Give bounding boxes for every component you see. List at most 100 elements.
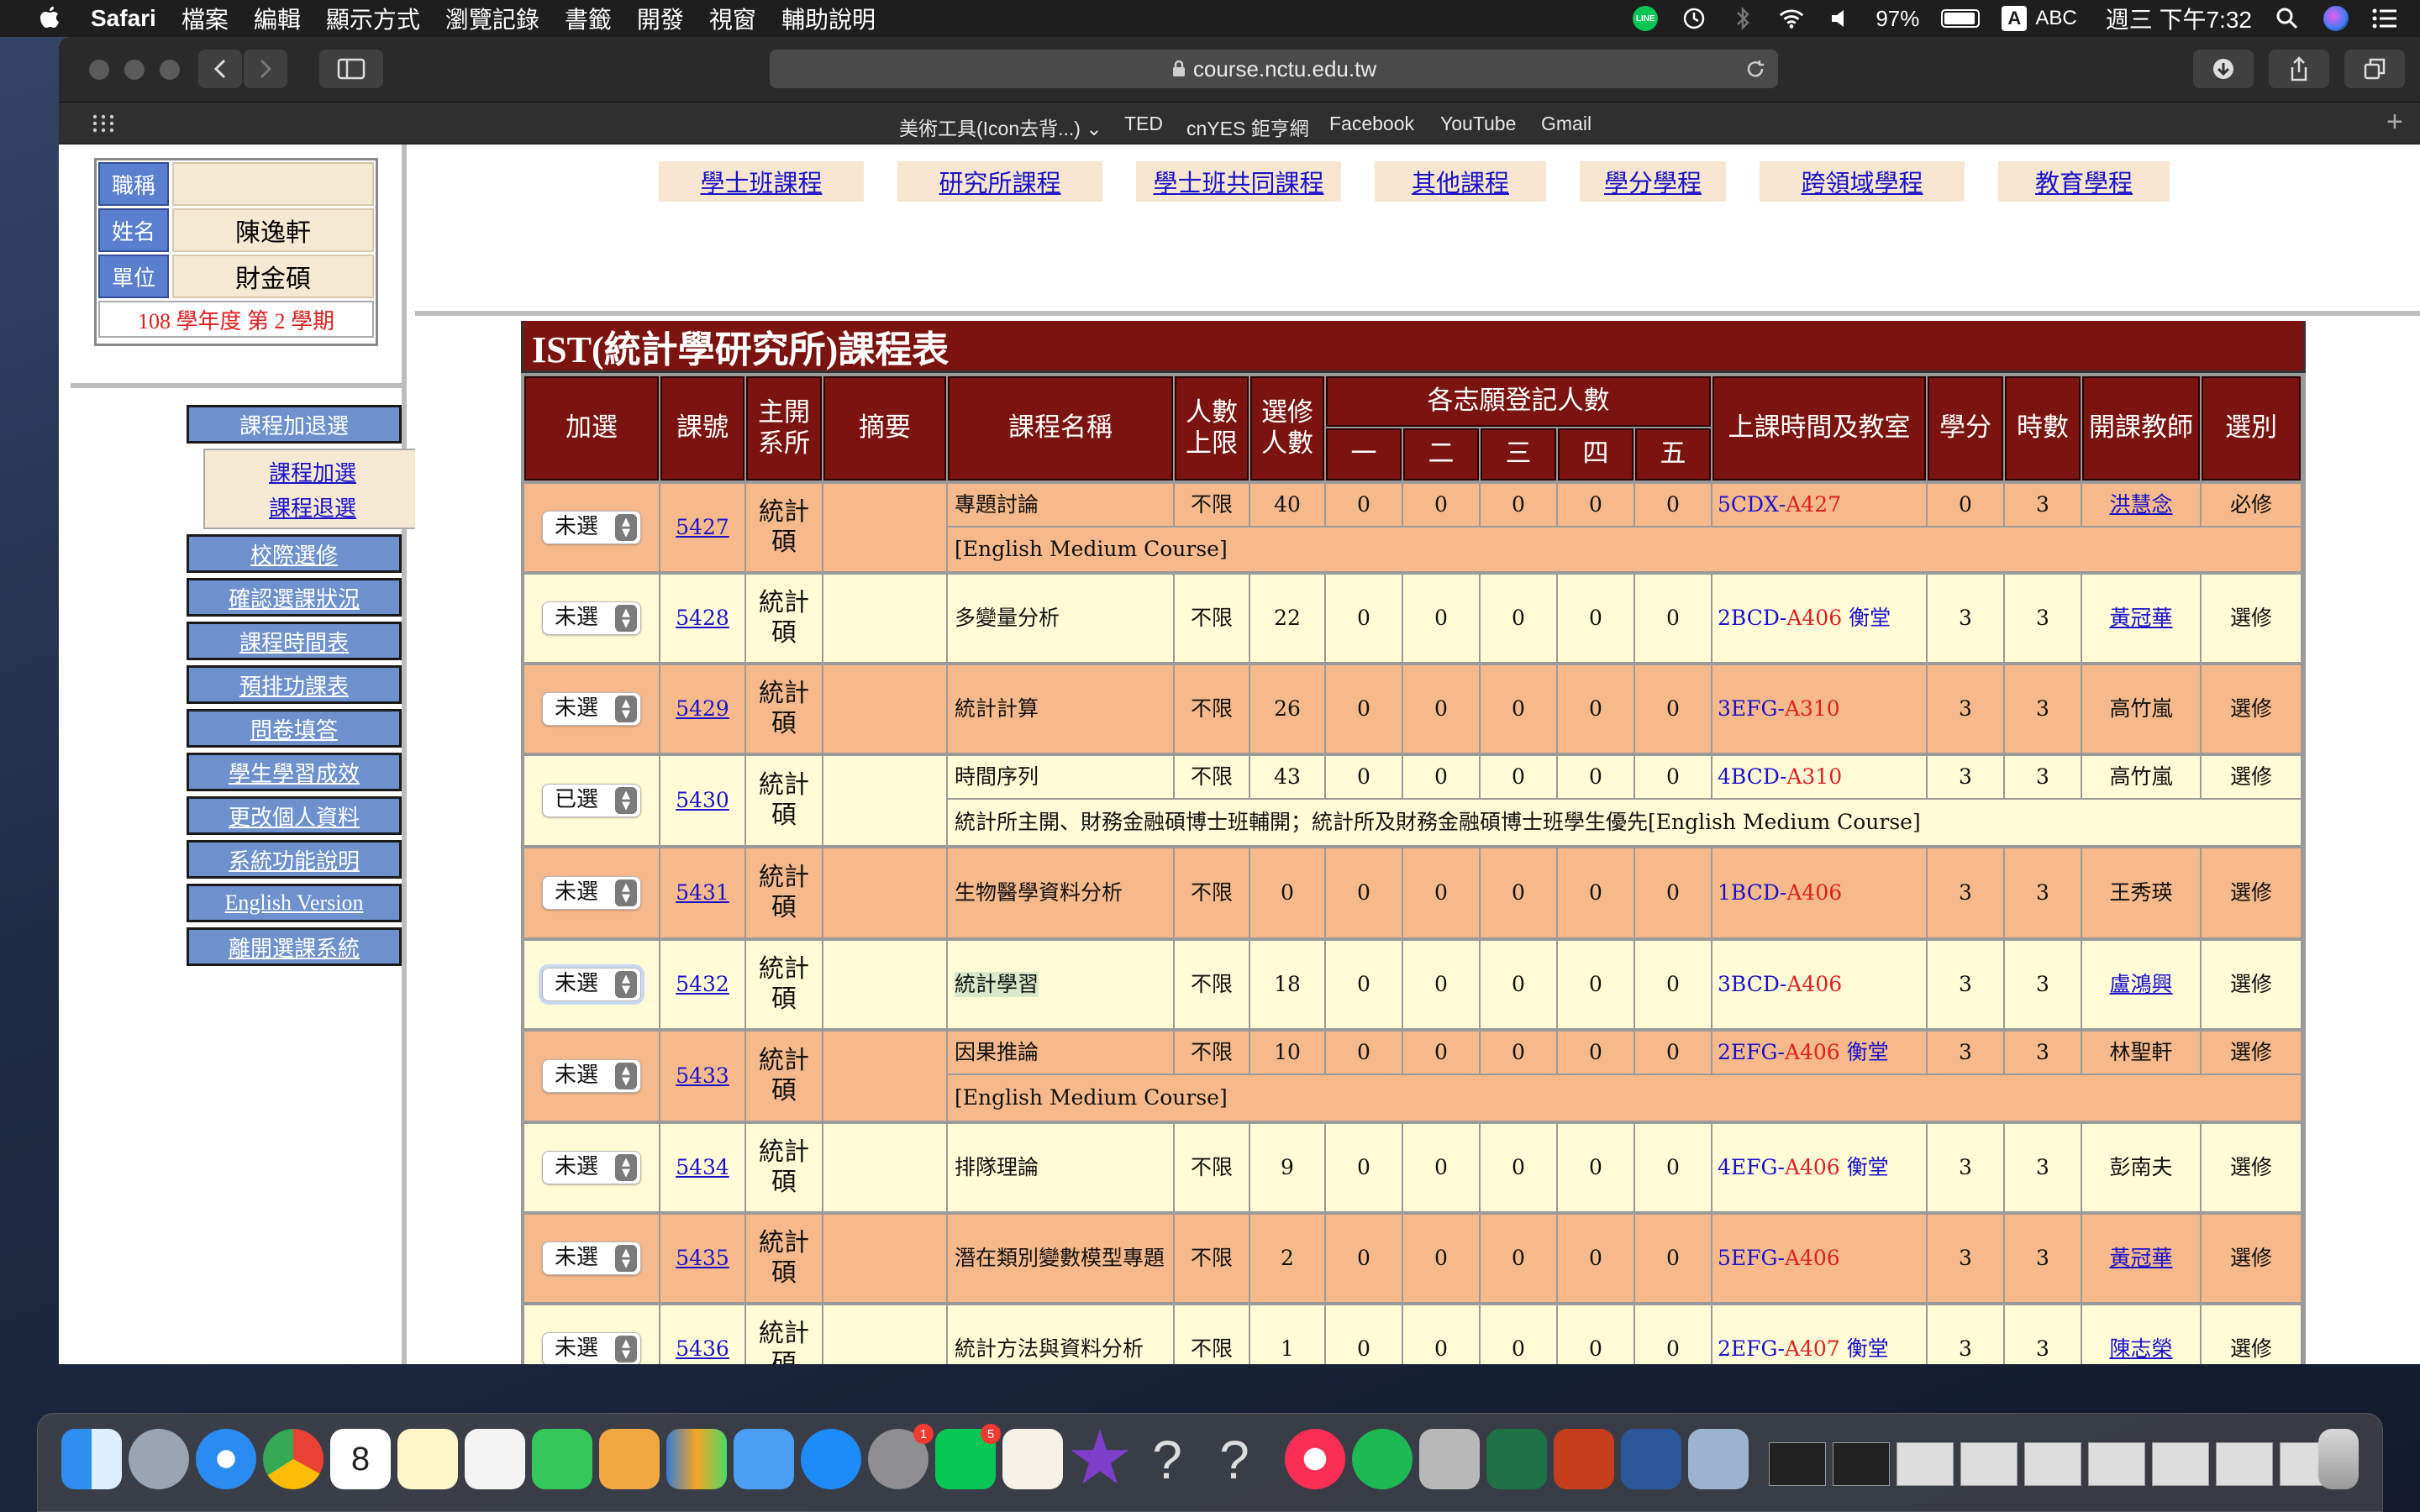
- nav-course-drop[interactable]: 課程退選: [205, 489, 420, 524]
- close-window-button[interactable]: [89, 60, 109, 80]
- forward-button[interactable]: [244, 50, 287, 88]
- menubar-clock[interactable]: 週三 下午7:32: [2106, 2, 2252, 35]
- menu-bookmarks[interactable]: 書籤: [565, 2, 612, 35]
- add-select-dropdown[interactable]: 未選 ▲ ▼: [542, 968, 641, 1001]
- course-code-link[interactable]: 5429: [660, 665, 744, 753]
- menu-help[interactable]: 輔助說明: [781, 2, 876, 35]
- minimized-window-thumbnail[interactable]: [2152, 1442, 2209, 1486]
- nav-item[interactable]: 預排功課表: [187, 665, 402, 704]
- nav-item[interactable]: 學生學習成效: [187, 753, 402, 791]
- line-app-icon[interactable]: 5: [935, 1424, 1001, 1489]
- bookmark-ted[interactable]: TED: [1124, 113, 1163, 135]
- menu-app-safari[interactable]: Safari: [91, 5, 156, 32]
- back-button[interactable]: [198, 50, 242, 88]
- menu-window[interactable]: 視窗: [709, 2, 756, 35]
- address-bar[interactable]: course.nctu.edu.tw: [770, 50, 1778, 88]
- course-code-link[interactable]: 5433: [660, 1032, 744, 1121]
- line-status-icon[interactable]: LINE: [1632, 5, 1659, 32]
- tab-interdisciplinary[interactable]: 跨領域學程: [1760, 161, 1965, 202]
- tab-graduate[interactable]: 研究所課程: [897, 161, 1102, 202]
- help-question-icon[interactable]: ?: [1204, 1429, 1265, 1490]
- teacher-cell[interactable]: 陳志榮: [2082, 1305, 2200, 1364]
- add-select-dropdown[interactable]: 未選 ▲ ▼: [542, 1332, 641, 1364]
- menu-file[interactable]: 檔案: [182, 2, 229, 35]
- minimized-window-thumbnail[interactable]: [1833, 1442, 1890, 1486]
- system-preferences-icon[interactable]: 1: [868, 1424, 934, 1489]
- bookmark-facebook[interactable]: Facebook: [1329, 113, 1414, 135]
- menu-develop[interactable]: 開發: [637, 2, 684, 35]
- menu-history[interactable]: 瀏覽記錄: [445, 2, 539, 35]
- course-code-link[interactable]: 5427: [660, 484, 744, 571]
- image-capture-icon[interactable]: [1688, 1429, 1749, 1489]
- minimized-window-thumbnail[interactable]: [1897, 1442, 1954, 1486]
- course-code-link[interactable]: 5434: [660, 1124, 744, 1211]
- nav-course-add-drop[interactable]: 課程加退選: [187, 405, 402, 444]
- tab-undergraduate[interactable]: 學士班課程: [659, 161, 864, 202]
- course-code-link[interactable]: 5436: [660, 1305, 744, 1364]
- teacher-cell[interactable]: 洪慧念: [2082, 484, 2200, 526]
- course-code-link[interactable]: 5431: [660, 848, 744, 937]
- course-code-link[interactable]: 5430: [660, 756, 744, 845]
- add-select-dropdown[interactable]: 未選 ▲ ▼: [542, 1059, 641, 1093]
- battery-icon[interactable]: [1941, 9, 1981, 28]
- reload-icon[interactable]: [1744, 58, 1766, 80]
- course-code-link[interactable]: 5432: [660, 941, 744, 1028]
- nav-item[interactable]: 校際選修: [187, 534, 402, 573]
- help-question-icon[interactable]: ?: [1137, 1429, 1197, 1490]
- time-machine-icon[interactable]: [1681, 5, 1707, 32]
- numbers-icon[interactable]: [666, 1429, 727, 1489]
- preview-icon[interactable]: [599, 1429, 660, 1489]
- add-select-dropdown[interactable]: 未選 ▲ ▼: [542, 876, 641, 910]
- add-select-dropdown[interactable]: 未選 ▲ ▼: [542, 1242, 641, 1275]
- imovie-icon[interactable]: [1071, 1429, 1129, 1484]
- minimized-window-thumbnail[interactable]: [2024, 1442, 2081, 1486]
- zoom-window-button[interactable]: [160, 60, 180, 80]
- menu-edit[interactable]: 編輯: [254, 2, 301, 35]
- minimized-window-thumbnail[interactable]: [1769, 1442, 1826, 1486]
- word-icon[interactable]: [1621, 1429, 1681, 1489]
- grid-icon[interactable]: [92, 114, 114, 133]
- spotlight-search-icon[interactable]: [2274, 5, 2301, 32]
- minimized-window-thumbnail[interactable]: [2088, 1442, 2145, 1486]
- spotify-icon[interactable]: [1352, 1429, 1413, 1489]
- reminders-icon[interactable]: [465, 1429, 525, 1489]
- keynote-icon[interactable]: [734, 1429, 794, 1489]
- add-select-dropdown[interactable]: 未選 ▲ ▼: [542, 1151, 641, 1184]
- bluetooth-icon[interactable]: [1729, 5, 1756, 32]
- bookmark-gmail[interactable]: Gmail: [1541, 113, 1591, 135]
- tab-credit-program[interactable]: 學分學程: [1580, 161, 1726, 202]
- nav-item[interactable]: 系統功能說明: [187, 840, 402, 879]
- powerpoint-icon[interactable]: [1554, 1429, 1614, 1489]
- siri-icon[interactable]: [2323, 5, 2349, 32]
- minimize-window-button[interactable]: [124, 60, 145, 80]
- minimized-window-thumbnail[interactable]: [2216, 1442, 2273, 1486]
- teacher-cell[interactable]: 黃冠華: [2082, 575, 2200, 662]
- wifi-icon[interactable]: [1778, 5, 1805, 32]
- app-store-icon[interactable]: [801, 1429, 861, 1489]
- add-select-dropdown[interactable]: 未選 ▲ ▼: [542, 601, 641, 635]
- nav-course-add[interactable]: 課程加選: [205, 454, 420, 489]
- popcorn-icon[interactable]: [1002, 1429, 1063, 1489]
- bookmark-youtube[interactable]: YouTube: [1440, 113, 1516, 135]
- nav-item[interactable]: 課程時間表: [187, 622, 402, 660]
- sidebar-toggle-icon[interactable]: [319, 50, 383, 88]
- input-source-icon[interactable]: A ABC: [2002, 6, 2077, 31]
- notes-icon[interactable]: [397, 1429, 458, 1489]
- add-select-dropdown[interactable]: 已選 ▲ ▼: [542, 784, 641, 817]
- keychain-icon[interactable]: [1419, 1429, 1480, 1489]
- itunes-icon[interactable]: [1285, 1429, 1345, 1489]
- nav-item-english[interactable]: English Version: [187, 884, 402, 922]
- calendar-icon[interactable]: 8: [330, 1429, 391, 1489]
- menu-view[interactable]: 顯示方式: [326, 2, 420, 35]
- nav-item[interactable]: 確認選課狀況: [187, 578, 402, 617]
- apple-icon[interactable]: [32, 6, 67, 31]
- chrome-icon[interactable]: [263, 1429, 324, 1489]
- notification-center-icon[interactable]: [2371, 5, 2398, 32]
- minimized-window-thumbnail[interactable]: [1960, 1442, 2018, 1486]
- new-tab-plus-icon[interactable]: +: [2386, 106, 2403, 139]
- tab-other[interactable]: 其他課程: [1375, 161, 1546, 202]
- nav-item[interactable]: 問卷填答: [187, 709, 402, 748]
- launchpad-icon[interactable]: [129, 1429, 189, 1489]
- safari-icon[interactable]: [196, 1429, 256, 1489]
- finder-icon[interactable]: [61, 1429, 122, 1489]
